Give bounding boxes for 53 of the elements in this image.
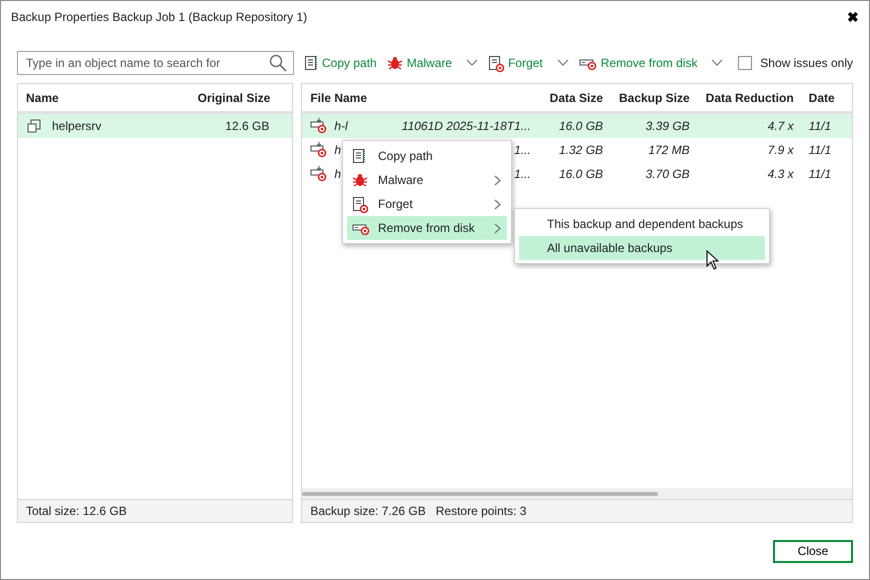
table-cell-text: 11/1 <box>808 142 832 159</box>
copies-icon <box>26 118 42 134</box>
menu-item[interactable]: Copy path <box>347 144 507 168</box>
table-cell-text: h <box>334 166 342 183</box>
document-delete-icon <box>488 54 504 72</box>
window-title: Backup Properties Backup Job 1 (Backup Repository 1) <box>11 9 308 26</box>
table-cell-text: 3.70 GB <box>644 166 690 183</box>
search-field[interactable]: Type in an object name to search for <box>17 51 294 75</box>
column-header: Data Size <box>548 90 604 106</box>
document-icon <box>352 148 366 164</box>
document-delete-icon <box>352 196 368 212</box>
disk-delete-icon <box>310 118 328 134</box>
column-header: Name <box>25 90 59 106</box>
search-icon <box>269 54 287 72</box>
menu-item[interactable]: Forget <box>347 192 507 216</box>
menu-item[interactable]: All unavailable backups <box>519 236 765 260</box>
table-cell-text: 1.32 GB <box>558 142 604 159</box>
table-cell-text: 1... <box>514 166 532 183</box>
footer-text: Total size: 12.6 GB <box>26 503 127 520</box>
table-cell-text: 7.9 x <box>766 142 794 159</box>
column-header: Date <box>808 90 836 106</box>
toolbar-button[interactable]: Remove from disk <box>576 54 700 72</box>
table-cell-text: 1... <box>514 142 532 159</box>
toolbar-button[interactable]: Malware <box>384 54 454 72</box>
table-cell-text: 11/1 <box>808 166 832 183</box>
table-cell-text: h-l <box>334 118 348 135</box>
toolbar-button[interactable]: Copy path <box>302 54 379 72</box>
checkbox[interactable] <box>738 56 752 70</box>
footer-text: Restore points: 3 <box>436 503 526 520</box>
toolbar-button[interactable]: Forget <box>486 54 545 72</box>
menu-item[interactable]: Remove from disk <box>347 216 507 240</box>
scrollbar-thumb[interactable] <box>302 492 658 496</box>
bug-icon <box>352 173 368 187</box>
table-cell-text: h <box>334 142 342 159</box>
column-header: Data Reduction <box>704 90 794 106</box>
table-cell-text: 16.0 GB <box>558 166 604 183</box>
table-cell-text: 172 MB <box>647 142 690 159</box>
table-cell-text: 11061D 2025-11-18T1... <box>402 118 532 135</box>
bug-icon <box>386 56 403 70</box>
column-header: Original Size <box>198 90 272 106</box>
menu-item[interactable]: Malware <box>347 168 507 192</box>
footer-text: Backup size: 7.26 GB <box>310 503 426 520</box>
close-button[interactable]: ✖ <box>847 10 859 24</box>
table-row[interactable]: helpersrv 12.6 GB <box>18 114 292 138</box>
menu-item[interactable]: This backup and dependent backups <box>519 212 765 236</box>
close-button[interactable]: Close <box>773 540 853 562</box>
disk-delete-icon <box>310 142 328 158</box>
checkbox-label: Show issues only <box>760 55 853 72</box>
column-header: File Name <box>309 90 368 106</box>
table-cell-text: 4.3 x <box>766 166 794 183</box>
document-icon <box>304 55 318 71</box>
disk-delete-icon <box>310 166 328 182</box>
column-header: Backup Size <box>618 90 690 106</box>
